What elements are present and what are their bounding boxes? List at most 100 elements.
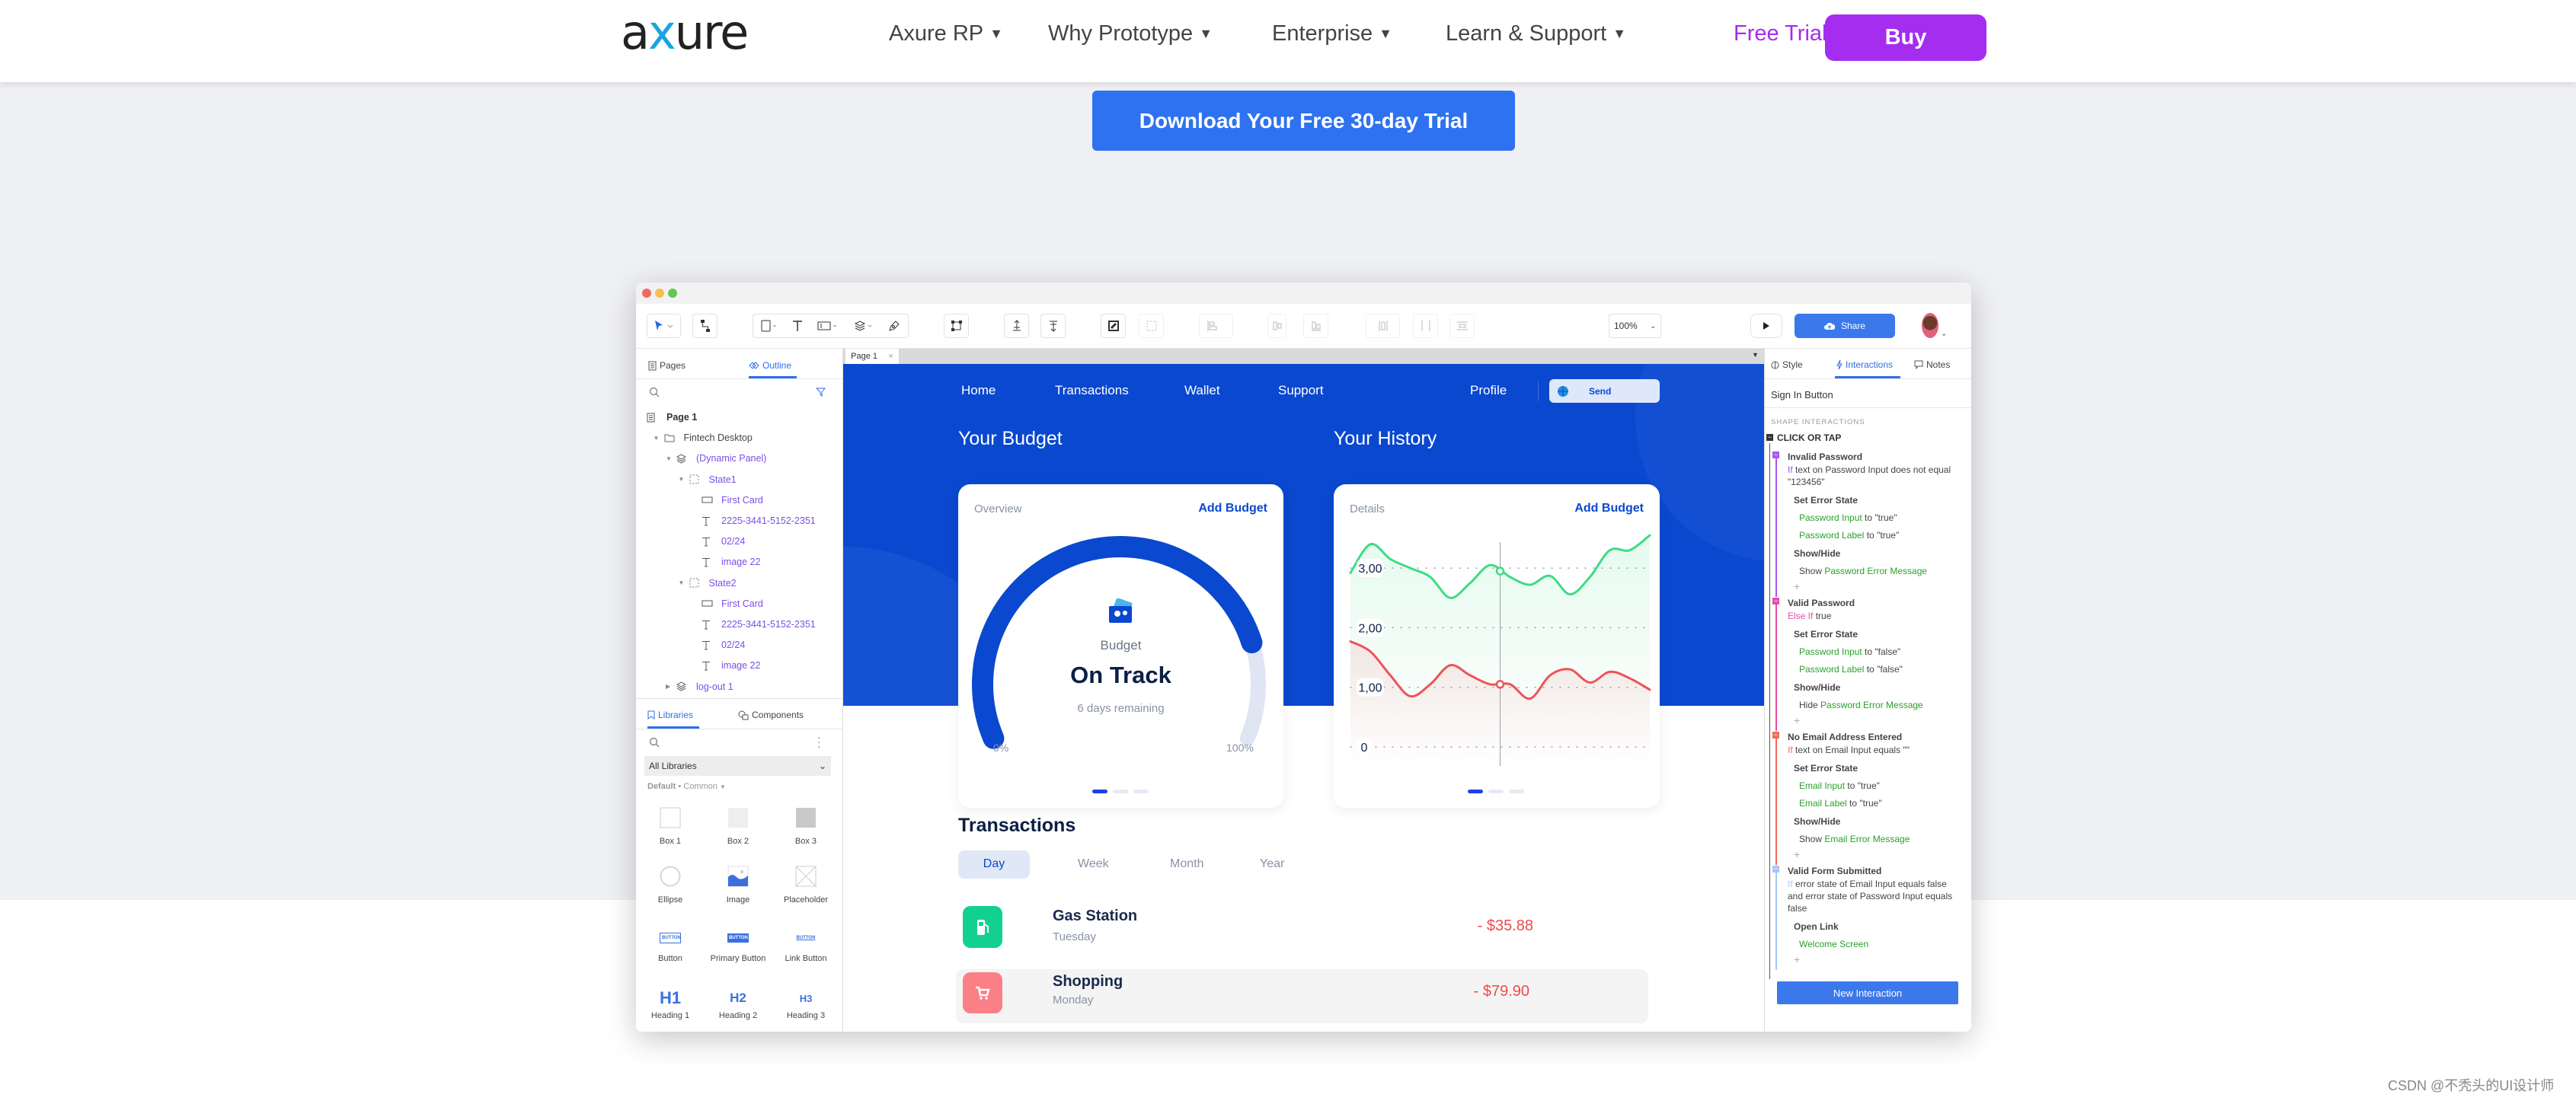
free-trial-link[interactable]: Free Trial xyxy=(1734,21,1827,46)
outline-item[interactable]: ▼ State2 xyxy=(636,575,737,592)
carousel-dot[interactable] xyxy=(1488,790,1504,793)
caret-down-icon[interactable]: ▼ xyxy=(666,455,676,462)
match-width-button[interactable] xyxy=(1413,314,1438,338)
carousel-dot[interactable] xyxy=(1509,790,1524,793)
widget-ellipse[interactable]: Ellipse xyxy=(636,865,705,905)
period-tab-month[interactable]: Month xyxy=(1170,857,1203,871)
search-icon[interactable] xyxy=(649,737,660,748)
action-item[interactable]: Email Label to "true" xyxy=(1788,797,1966,809)
collapse-case-icon[interactable]: − xyxy=(1772,451,1779,458)
widget-button[interactable]: BUTTON Button xyxy=(636,927,705,963)
outline-item[interactable]: image 22 xyxy=(636,657,760,674)
tab-style[interactable]: Style xyxy=(1771,359,1803,370)
tab-libraries[interactable]: Libraries xyxy=(647,710,693,720)
nav-axure-rp[interactable]: Axure RP ▼ xyxy=(889,21,1003,46)
case-name[interactable]: No Email Address Entered xyxy=(1788,731,1966,744)
add-action-icon[interactable]: + xyxy=(1788,579,1966,594)
outline-item[interactable]: Page 1 xyxy=(636,409,697,426)
carousel-dot-active[interactable] xyxy=(1468,790,1483,793)
filter-icon[interactable] xyxy=(816,387,826,397)
avatar-chevron-icon[interactable]: ⌄ xyxy=(1941,330,1947,338)
match-height-button[interactable] xyxy=(1449,314,1475,338)
text-tool-icon[interactable] xyxy=(792,320,803,332)
maximize-window-button[interactable] xyxy=(668,289,677,298)
tab-menu-icon[interactable]: ▼ xyxy=(1752,351,1759,359)
case-name[interactable]: Valid Form Submitted xyxy=(1788,865,1966,878)
action-name[interactable]: Show/Hide xyxy=(1788,815,1966,828)
distribute-vertical-button[interactable] xyxy=(1303,314,1328,338)
canvas-nav-profile[interactable]: Profile xyxy=(1470,383,1507,398)
action-item[interactable]: Password Input to "false" xyxy=(1788,646,1966,658)
add-action-icon[interactable]: + xyxy=(1788,847,1966,862)
bring-forward-button[interactable] xyxy=(1004,314,1029,338)
ungroup-button[interactable] xyxy=(1139,314,1164,338)
widget-box-light[interactable]: Box 2 xyxy=(704,806,772,846)
select-tool-button[interactable] xyxy=(647,314,681,338)
buy-button[interactable]: Buy xyxy=(1825,14,1986,61)
outline-item[interactable]: First Card xyxy=(636,595,763,612)
share-button[interactable]: Share xyxy=(1795,314,1895,338)
outline-item[interactable]: 02/24 xyxy=(636,637,745,653)
action-item[interactable]: Show Email Error Message xyxy=(1788,833,1966,845)
action-name[interactable]: Set Error State xyxy=(1788,762,1966,774)
more-options-icon[interactable]: · · · xyxy=(817,732,821,751)
widget-placeholder[interactable]: Placeholder xyxy=(772,865,840,905)
user-avatar[interactable] xyxy=(1922,313,1938,338)
library-select[interactable]: All Libraries ⌄ xyxy=(644,756,831,776)
collapse-case-icon[interactable]: − xyxy=(1772,598,1779,605)
add-action-icon[interactable]: + xyxy=(1788,952,1966,967)
pen-tool-icon[interactable] xyxy=(888,320,900,332)
minimize-window-button[interactable] xyxy=(655,289,664,298)
widget-box-gray[interactable]: Box 3 xyxy=(772,806,840,846)
outline-item[interactable]: ▼ (Dynamic Panel) xyxy=(636,450,766,467)
align-button[interactable] xyxy=(1199,314,1233,338)
input-field-icon[interactable] xyxy=(817,320,839,332)
layers-icon[interactable] xyxy=(854,320,874,332)
spacing-button[interactable] xyxy=(1366,314,1400,338)
nav-enterprise[interactable]: Enterprise ▼ xyxy=(1272,21,1392,46)
library-filter[interactable]: Default • Common ▼ xyxy=(647,782,726,791)
connector-tool-button[interactable] xyxy=(692,314,718,338)
widget-image[interactable]: Image xyxy=(704,865,772,905)
period-tab-day[interactable]: Day xyxy=(958,857,1030,871)
widget-link-button[interactable]: BUTTON Link Button xyxy=(772,927,840,963)
send-button[interactable]: Send xyxy=(1549,379,1660,403)
nav-why-prototype[interactable]: Why Prototype ▼ xyxy=(1048,21,1213,46)
carousel-dot[interactable] xyxy=(1113,790,1128,793)
action-item[interactable]: Welcome Screen xyxy=(1788,938,1966,950)
distribute-horizontal-button[interactable] xyxy=(1267,314,1286,338)
outline-item[interactable]: 2225-3441-5152-2351 xyxy=(636,512,816,529)
close-window-button[interactable] xyxy=(642,289,651,298)
canvas-nav-wallet[interactable]: Wallet xyxy=(1184,383,1220,398)
action-name[interactable]: Set Error State xyxy=(1788,628,1966,640)
search-icon[interactable] xyxy=(649,387,660,397)
action-name[interactable]: Set Error State xyxy=(1788,494,1966,506)
carousel-dot[interactable] xyxy=(1133,790,1149,793)
tab-components[interactable]: Components xyxy=(738,710,804,720)
page-tab[interactable]: Page 1 × xyxy=(845,349,899,364)
nav-learn-support[interactable]: Learn & Support ▼ xyxy=(1446,21,1626,46)
canvas-nav-transactions[interactable]: Transactions xyxy=(1055,383,1129,398)
caret-down-icon[interactable]: ▼ xyxy=(654,435,664,442)
rectangle-icon[interactable] xyxy=(761,320,778,332)
transaction-row[interactable]: Gas Station Tuesday - $35.88 xyxy=(956,895,1648,961)
action-item[interactable]: Show Password Error Message xyxy=(1788,565,1966,577)
caret-down-icon[interactable]: ▼ xyxy=(679,476,689,483)
carousel-dot-active[interactable] xyxy=(1092,790,1107,793)
transaction-row[interactable]: Shopping Monday - $79.90 xyxy=(956,969,1648,1023)
period-tab-year[interactable]: Year xyxy=(1260,857,1284,871)
outline-item[interactable]: image 22 xyxy=(636,554,760,570)
widget-primary-button[interactable]: BUTTON Primary Button xyxy=(704,927,772,963)
outline-item[interactable]: ▶ log-out 1 xyxy=(636,678,733,695)
caret-down-icon[interactable]: ▼ xyxy=(679,579,689,586)
widget-h1[interactable]: H1 Heading 1 xyxy=(636,987,705,1020)
outline-item[interactable]: 2225-3441-5152-2351 xyxy=(636,616,816,633)
action-item[interactable]: Password Label to "true" xyxy=(1788,529,1966,541)
action-item[interactable]: Email Input to "true" xyxy=(1788,780,1966,792)
canvas-nav-home[interactable]: Home xyxy=(961,383,996,398)
tab-outline[interactable]: Outline xyxy=(749,360,791,371)
outline-item[interactable]: ▼ State1 xyxy=(636,471,737,488)
action-name[interactable]: Show/Hide xyxy=(1788,547,1966,560)
action-item[interactable]: Password Label to "false" xyxy=(1788,663,1966,675)
collapse-case-icon[interactable]: − xyxy=(1772,866,1779,873)
